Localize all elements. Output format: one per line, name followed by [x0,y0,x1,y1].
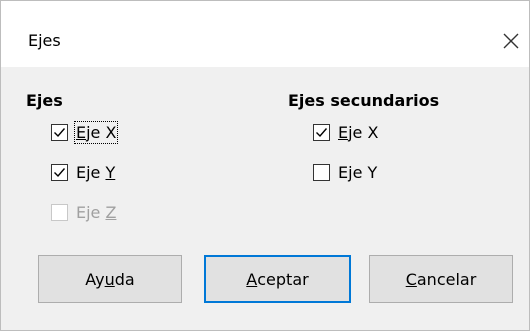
cancel-button[interactable]: Cancelar [369,255,513,303]
window-title: Ejes [28,31,61,50]
title-bar: Ejes [1,1,529,67]
checkbox-axis-x[interactable]: Eje X [51,121,119,144]
axis-y-label: Eje Y [76,163,116,182]
checkbox-secondary-axis-x[interactable]: Eje X [313,123,378,142]
checkbox-secondary-axis-y[interactable]: Eje Y [313,163,377,182]
secondary-axis-x-label: Eje X [338,123,379,142]
close-icon[interactable] [499,29,523,53]
axes-dialog: Ejes Ejes Eje X Eje Y Eje Z Ejes secunda… [0,0,530,331]
checkbox-box[interactable] [51,204,68,221]
check-icon [54,168,66,178]
axis-x-label: Eje X [73,121,119,144]
axes-heading: Ejes [26,91,63,110]
checkbox-box[interactable] [51,124,68,141]
checkbox-box[interactable] [313,124,330,141]
checkbox-box[interactable] [313,164,330,181]
secondary-axes-heading: Ejes secundarios [288,91,440,110]
checkbox-axis-z[interactable]: Eje Z [51,203,116,222]
axis-z-label: Eje Z [76,203,117,222]
check-icon [54,128,66,138]
checkbox-box[interactable] [51,164,68,181]
check-icon [316,128,328,138]
help-button[interactable]: Ay u da [38,255,182,303]
ok-button[interactable]: Aceptar [204,255,351,303]
checkbox-axis-y[interactable]: Eje Y [51,163,115,182]
secondary-axis-y-label: Eje Y [338,163,378,182]
